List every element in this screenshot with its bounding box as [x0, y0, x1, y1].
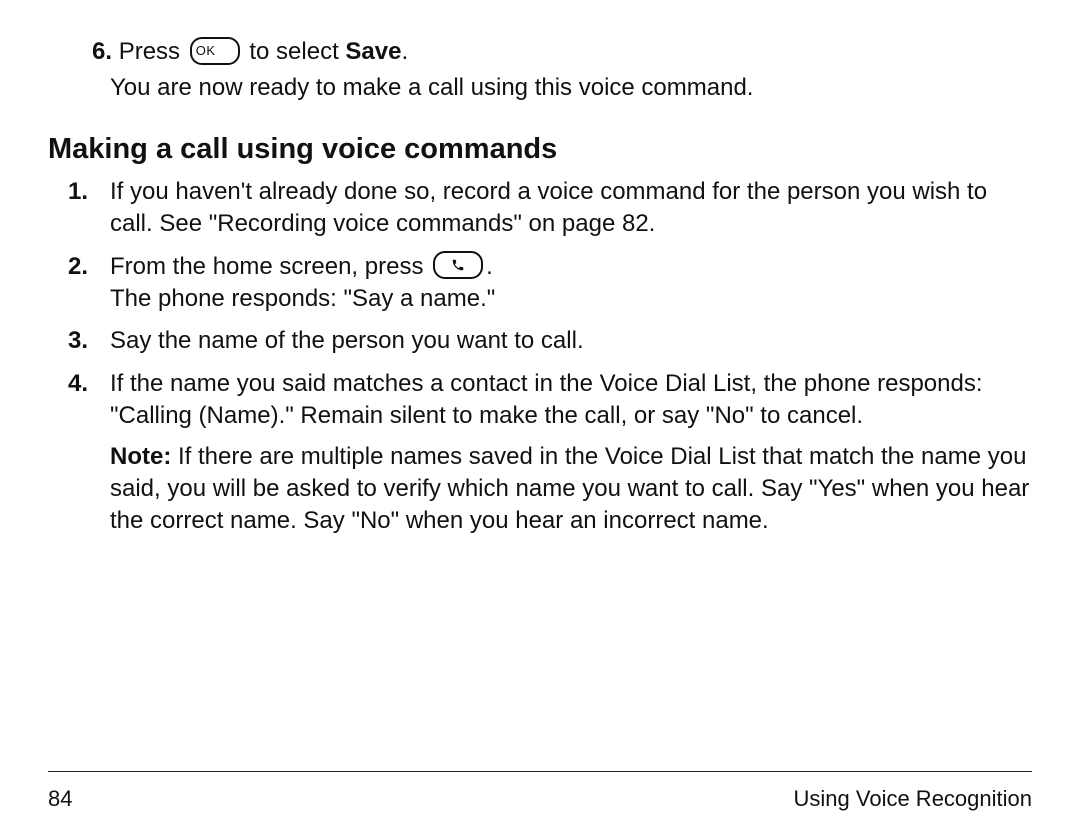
footer-section: Using Voice Recognition — [794, 786, 1032, 812]
step-3-body: Say the name of the person you want to c… — [110, 327, 584, 354]
note-label: Note: — [110, 443, 171, 470]
step-6: 6. Press OK to select Save. — [68, 36, 1032, 68]
call-key-icon — [433, 251, 483, 279]
footer-rule — [48, 771, 1032, 772]
step-1-body: If you haven't already done so, record a… — [110, 178, 987, 237]
step-6-text-before: Press — [119, 38, 187, 65]
page-number: 84 — [48, 786, 72, 812]
steps-list: 1. If you haven't already done so, recor… — [48, 176, 1032, 538]
step-2-before: From the home screen, press — [110, 253, 430, 280]
step-4: 4. If the name you said matches a contac… — [48, 368, 1032, 538]
page-footer: 84 Using Voice Recognition — [48, 786, 1032, 812]
manual-page: 6. Press OK to select Save. You are now … — [0, 0, 1080, 834]
step-3: 3. Say the name of the person you want t… — [48, 325, 1032, 357]
step-2-number: 2. — [68, 251, 88, 283]
step-6-text-after: to select — [249, 38, 345, 65]
step-2-after: . — [486, 253, 493, 280]
step-2-line2: The phone responds: "Say a name." — [110, 285, 495, 312]
step-1: 1. If you haven't already done so, recor… — [48, 176, 1032, 241]
phone-handset-icon — [451, 258, 465, 272]
step-4-body: If the name you said matches a contact i… — [110, 370, 983, 429]
step-4-number: 4. — [68, 368, 88, 400]
step-1-number: 1. — [68, 176, 88, 208]
step-2: 2. From the home screen, press . The pho… — [48, 251, 1032, 316]
step-3-number: 3. — [68, 325, 88, 357]
section-heading: Making a call using voice commands — [48, 133, 1032, 166]
step-6-subtext: You are now ready to make a call using t… — [110, 72, 1032, 104]
step-4-note: Note: If there are multiple names saved … — [110, 441, 1032, 538]
step-6-number: 6. — [92, 38, 112, 65]
note-body: If there are multiple names saved in the… — [110, 443, 1029, 535]
ok-key-icon: OK — [190, 37, 240, 65]
step-6-save-word: Save — [345, 38, 401, 65]
